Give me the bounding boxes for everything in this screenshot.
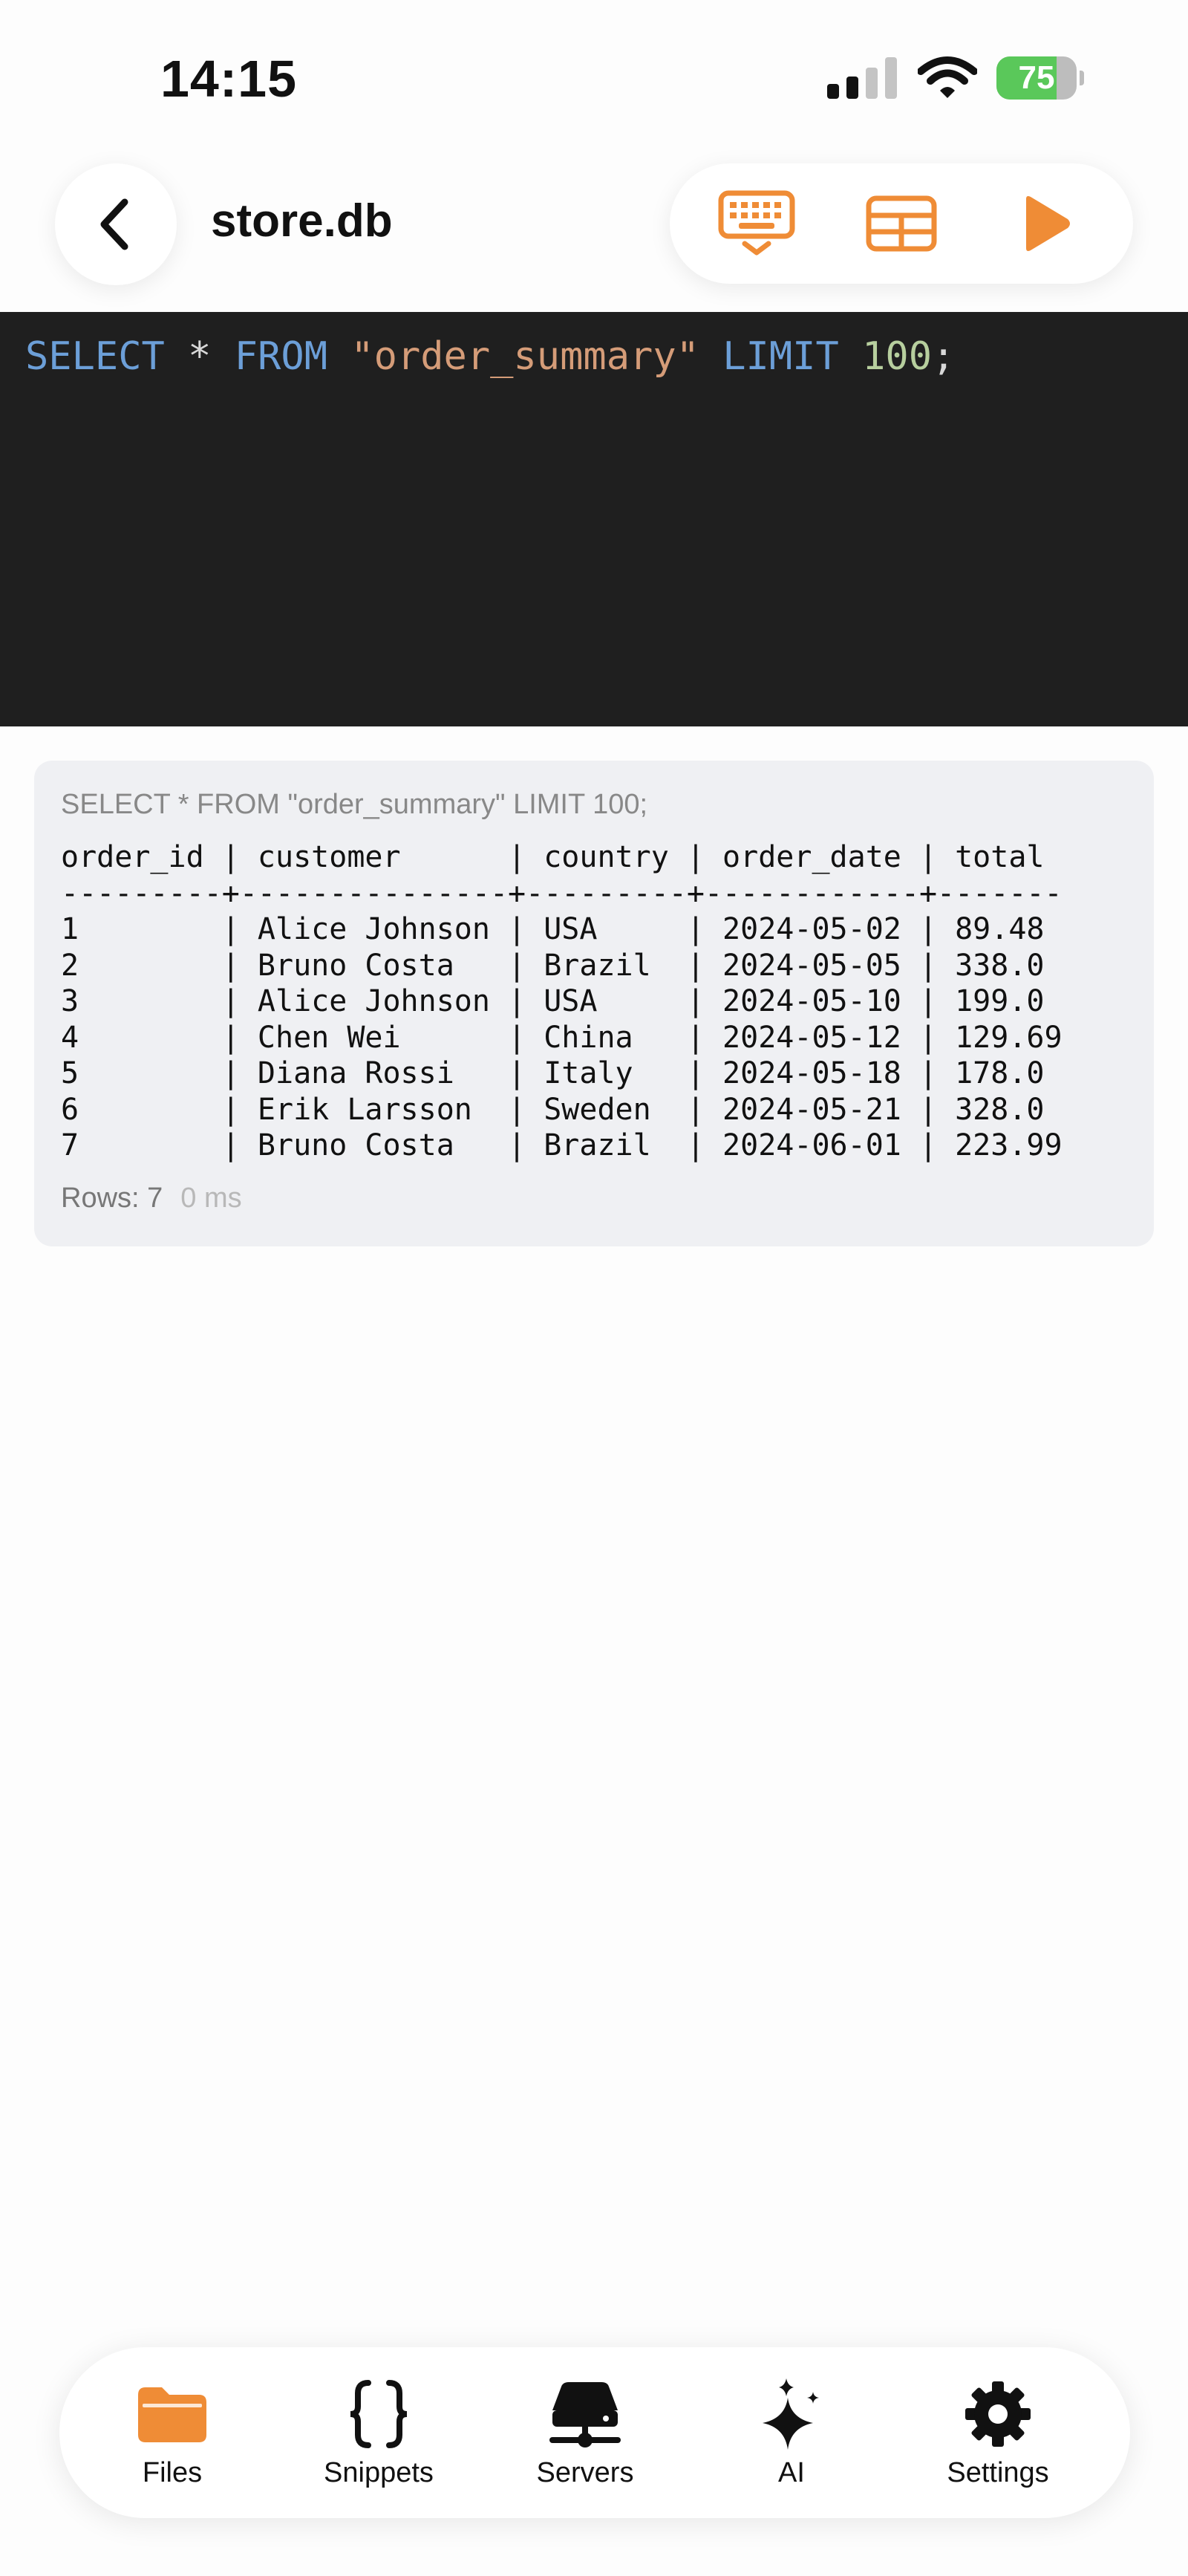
play-icon [1025, 196, 1070, 251]
table-view-button[interactable] [857, 179, 946, 268]
sql-keyword-limit: LIMIT [722, 334, 839, 379]
sql-line: SELECT * FROM "order_summary" LIMIT 100; [25, 334, 955, 379]
sql-semicolon: ; [932, 334, 956, 379]
table-icon [866, 195, 937, 252]
tab-files[interactable]: Files [70, 2361, 275, 2505]
wifi-icon [918, 56, 977, 98]
folder-icon [138, 2387, 206, 2442]
result-row: 2 | Bruno Costa | Brazil | 2024-05-05 | … [61, 948, 1045, 983]
status-icons: 75 [827, 56, 1084, 100]
bottom-tab-bar: Files Snippets Servers AI Settings [59, 2347, 1130, 2518]
keyboard-icon [718, 190, 795, 256]
sql-table-name: "order_summary" [350, 334, 699, 379]
editor-toolbar [670, 163, 1133, 284]
tab-label: Servers [536, 2456, 634, 2488]
sql-limit-value: 100 [862, 334, 933, 379]
battery-percentage: 75 [1018, 59, 1055, 96]
tab-ai[interactable]: AI [689, 2361, 894, 2505]
sparkles-icon [763, 2378, 819, 2450]
battery-indicator: 75 [996, 56, 1077, 100]
cellular-signal-icon [827, 57, 897, 99]
result-table: order_id | customer | country | order_da… [61, 839, 1063, 1164]
result-header-row: order_id | customer | country | order_da… [61, 840, 1045, 874]
sql-keyword-from: FROM [234, 334, 328, 379]
database-title: store.db [211, 195, 393, 247]
server-icon [549, 2381, 621, 2447]
sql-editor[interactable]: SELECT * FROM "order_summary" LIMIT 100; [0, 312, 1188, 726]
sql-star: * [188, 334, 212, 379]
result-row: 6 | Erik Larsson | Sweden | 2024-05-21 |… [61, 1092, 1045, 1127]
gear-icon [965, 2381, 1031, 2447]
row-count: Rows: 7 [61, 1183, 163, 1214]
tab-snippets[interactable]: Snippets [276, 2361, 481, 2505]
result-query-text: SELECT * FROM "order_summary" LIMIT 100; [61, 789, 648, 820]
tab-settings[interactable]: Settings [895, 2361, 1100, 2505]
result-separator: ---------+---------------+---------+----… [61, 876, 1063, 911]
chevron-left-icon [100, 198, 128, 250]
result-row: 5 | Diana Rossi | Italy | 2024-05-18 | 1… [61, 1056, 1045, 1090]
tab-label: Snippets [324, 2456, 434, 2488]
result-row: 7 | Bruno Costa | Brazil | 2024-06-01 | … [61, 1128, 1063, 1162]
back-button[interactable] [55, 163, 177, 285]
result-row: 1 | Alice Johnson | USA | 2024-05-02 | 8… [61, 912, 1045, 946]
keyboard-button[interactable] [712, 179, 801, 268]
tab-label: AI [778, 2456, 805, 2488]
run-query-button[interactable] [1002, 179, 1091, 268]
tab-servers[interactable]: Servers [483, 2361, 688, 2505]
result-row: 4 | Chen Wei | China | 2024-05-12 | 129.… [61, 1020, 1063, 1055]
result-meta: Rows: 7 0 ms [61, 1183, 242, 1214]
tab-label: Files [142, 2456, 203, 2488]
result-row: 3 | Alice Johnson | USA | 2024-05-10 | 1… [61, 984, 1045, 1018]
sql-keyword-select: SELECT [25, 334, 165, 379]
tab-label: Settings [947, 2456, 1049, 2488]
query-results-panel: SELECT * FROM "order_summary" LIMIT 100;… [34, 761, 1154, 1246]
query-duration: 0 ms [180, 1183, 242, 1214]
braces-icon [350, 2379, 408, 2448]
status-time: 14:15 [160, 50, 298, 108]
